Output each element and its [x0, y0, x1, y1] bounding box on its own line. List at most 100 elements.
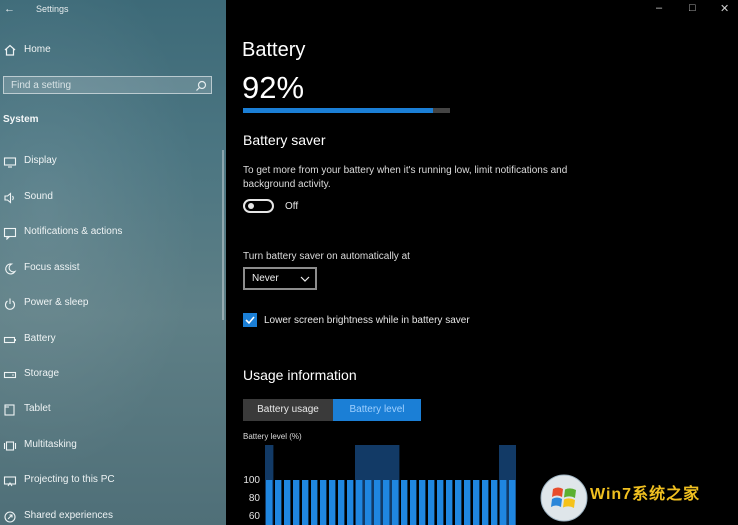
y-tick-label: 80: [249, 493, 261, 504]
sidebar-item-projecting[interactable]: Projecting to this PC: [0, 471, 222, 491]
battery-level-bar-mark: [311, 480, 318, 525]
battery-level-bar: [243, 108, 450, 113]
battery-level-bar-mark: [356, 480, 363, 525]
sidebar-item-label: Tablet: [24, 403, 51, 414]
sidebar-item-label: Battery: [24, 333, 56, 344]
battery-level-bar-mark: [500, 480, 507, 525]
power-icon: [3, 297, 17, 311]
battery-level-bar-mark: [455, 480, 462, 525]
back-arrow-icon[interactable]: ←: [4, 3, 15, 15]
battery-level-bar-mark: [365, 480, 372, 525]
battery-level-bar-mark: [293, 480, 300, 525]
watermark-text: Win7系统之家: [590, 486, 701, 503]
battery-level-bar-mark: [446, 480, 453, 525]
sidebar-item-label: Multitasking: [24, 439, 77, 450]
title-bar: ← Settings: [0, 0, 226, 18]
battery-icon: [3, 333, 17, 347]
battery-level-bar-mark: [374, 480, 381, 525]
sidebar-item-shared-experiences[interactable]: Shared experiences: [0, 507, 222, 525]
moon-icon: [3, 262, 17, 276]
projector-icon: [3, 474, 17, 488]
sidebar-item-label: Shared experiences: [24, 510, 113, 521]
battery-level-bar-mark: [275, 480, 282, 525]
battery-level-chart: 100 80 60: [243, 445, 516, 525]
minimize-icon[interactable]: –: [656, 2, 662, 14]
sidebar-item-notifications[interactable]: Notifications & actions: [0, 223, 222, 243]
battery-level-bar-mark: [392, 480, 399, 525]
sidebar-item-sound[interactable]: Sound: [0, 188, 222, 208]
sidebar-scrollbar[interactable]: [222, 150, 224, 320]
battery-level-bar-mark: [473, 480, 480, 525]
sidebar-item-storage[interactable]: Storage: [0, 365, 222, 385]
battery-saver-toggle[interactable]: [243, 199, 274, 213]
lower-brightness-checkbox[interactable]: [243, 313, 257, 327]
home-nav-item[interactable]: Home: [0, 40, 226, 60]
y-tick-label: 60: [249, 511, 261, 522]
share-icon: [3, 510, 17, 524]
battery-level-bar-mark: [464, 480, 471, 525]
battery-level-bar-mark: [419, 480, 426, 525]
lower-brightness-label: Lower screen brightness while in battery…: [264, 315, 470, 326]
tab-battery-usage[interactable]: Battery usage: [243, 399, 333, 421]
sidebar-item-power-sleep[interactable]: Power & sleep: [0, 294, 222, 314]
battery-level-bar-mark: [284, 480, 291, 525]
sidebar-item-label: Storage: [24, 368, 60, 379]
battery-saver-heading: Battery saver: [243, 132, 326, 148]
auto-battery-saver-dropdown[interactable]: Never: [243, 267, 317, 290]
chevron-down-icon: [299, 272, 311, 290]
home-label: Home: [24, 44, 51, 55]
battery-level-bar-mark: [338, 480, 345, 525]
app-title: Settings: [36, 4, 69, 14]
battery-level-bar-mark: [482, 480, 489, 525]
search-icon[interactable]: [195, 79, 207, 97]
battery-level-bar-mark: [266, 480, 273, 525]
sidebar-item-label: Power & sleep: [24, 297, 89, 308]
battery-level-bar-fill: [243, 108, 434, 113]
auto-battery-saver-label: Turn battery saver on automatically at: [243, 251, 410, 262]
section-title: System: [3, 114, 39, 125]
sidebar-item-tablet[interactable]: Tablet: [0, 400, 222, 420]
battery-level-bar-mark: [410, 480, 417, 525]
battery-level-bar-mark: [320, 480, 327, 525]
speaker-icon: [3, 191, 17, 205]
sidebar-item-label: Display: [24, 155, 57, 166]
maximize-icon[interactable]: □: [689, 2, 696, 14]
sidebar-item-label: Notifications & actions: [24, 226, 123, 237]
tablet-icon: [3, 403, 17, 417]
battery-saver-toggle-label: Off: [285, 201, 299, 212]
search-input[interactable]: Find a setting: [3, 76, 212, 94]
close-icon[interactable]: ✕: [720, 2, 729, 15]
sidebar: ← Settings Home Find a setting System Di…: [0, 0, 226, 525]
page-title: Battery: [242, 39, 306, 61]
checkmark-icon: [245, 316, 255, 325]
sidebar-item-display[interactable]: Display: [0, 152, 222, 172]
main-content: – □ ✕ Battery 92% Battery saver To get m…: [226, 0, 738, 525]
usage-information-heading: Usage information: [243, 367, 357, 383]
battery-level-bar-mark: [302, 480, 309, 525]
sidebar-item-label: Sound: [24, 191, 53, 202]
notification-icon: [3, 226, 17, 241]
battery-percentage: 92%: [242, 70, 305, 105]
windows-logo-watermark: [540, 474, 588, 522]
usage-view-selector: Battery usage Battery level: [243, 399, 421, 421]
battery-level-bar-mark: [383, 480, 390, 525]
battery-saver-description: To get more from your battery when it's …: [243, 165, 568, 190]
battery-level-bar-mark: [428, 480, 435, 525]
multitasking-icon: [3, 439, 17, 453]
storage-icon: [3, 368, 17, 382]
sidebar-item-multitasking[interactable]: Multitasking: [0, 436, 222, 456]
battery-level-bar-mark: [491, 480, 498, 525]
battery-level-bar-mark: [401, 480, 408, 525]
tab-battery-level[interactable]: Battery level: [333, 399, 421, 421]
display-icon: [3, 155, 17, 169]
sidebar-item-label: Projecting to this PC: [24, 474, 115, 485]
battery-level-bar-mark: [329, 480, 336, 525]
dropdown-value: Never: [252, 273, 279, 284]
toggle-knob: [248, 203, 254, 209]
sidebar-item-focus-assist[interactable]: Focus assist: [0, 259, 222, 279]
sidebar-item-battery[interactable]: Battery: [0, 330, 222, 350]
search-placeholder: Find a setting: [11, 80, 72, 91]
battery-level-bar-mark: [509, 480, 516, 525]
sidebar-item-label: Focus assist: [24, 262, 80, 273]
y-tick-label: 100: [243, 475, 260, 486]
